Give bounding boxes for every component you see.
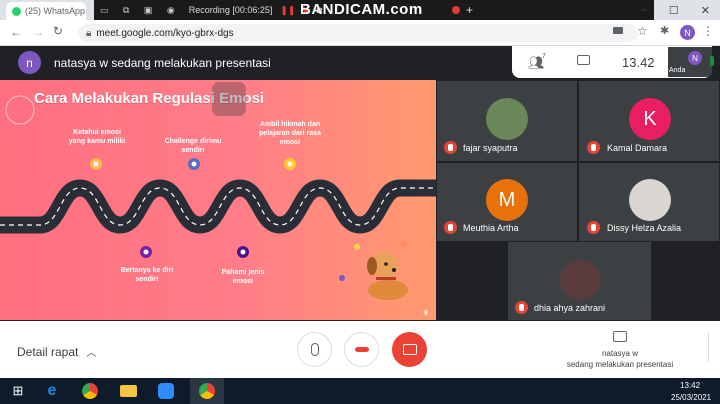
- mic-off-icon: [515, 301, 528, 314]
- internet-explorer-icon[interactable]: e: [42, 381, 62, 401]
- slide-page-number: 9: [424, 310, 428, 317]
- participant-photo: [629, 179, 671, 221]
- presenting-banner-text: natasya w sedang melakukan presentasi: [54, 56, 271, 70]
- chrome-active-icon[interactable]: [197, 381, 217, 401]
- taskbar-date[interactable]: 25/03/2021: [671, 393, 711, 402]
- presenter-avatar: n: [18, 51, 41, 74]
- presentation-slide: Cara Melakukan Regulasi Emosi Ketahui em…: [0, 80, 436, 320]
- participant-avatar: K: [629, 98, 671, 140]
- mic-off-icon: [587, 221, 600, 234]
- pin-icon-5: [237, 246, 249, 258]
- participant-tile[interactable]: K Kamal Damara: [579, 81, 719, 161]
- pointer-overlay: [212, 82, 246, 116]
- participant-tile[interactable]: dhia ahya zahrani: [508, 242, 651, 320]
- mic-off-icon: [444, 221, 457, 234]
- zoom-icon[interactable]: [156, 381, 176, 401]
- tab-title: (25) WhatsApp: [25, 6, 86, 16]
- participant-photo: [486, 98, 528, 140]
- camera-in-use-icon[interactable]: [613, 27, 623, 34]
- participant-tile[interactable]: fajar syaputra: [437, 81, 577, 161]
- meeting-details-button[interactable]: Detail rapat ︿: [17, 344, 97, 360]
- new-tab-button[interactable]: +: [466, 3, 473, 17]
- participants-count: 7: [542, 53, 546, 60]
- pin-icon-2: [188, 158, 200, 170]
- mic-off-icon: [444, 141, 457, 154]
- step-label-4: Bertanya ke diri sendiri: [120, 267, 174, 283]
- hang-up-icon: [354, 347, 369, 352]
- windows-taskbar: [0, 378, 720, 404]
- extensions-icon[interactable]: ✱: [660, 24, 669, 37]
- profile-avatar[interactable]: N: [680, 25, 695, 40]
- participant-tile[interactable]: Dissy Helza Azalia: [579, 163, 719, 241]
- star-icon[interactable]: ☆: [637, 24, 648, 38]
- pin-icon-1: [90, 158, 102, 170]
- recorder-mode-icons[interactable]: ▭ ⧉ ▣ ◉: [100, 5, 181, 16]
- record-dot-icon[interactable]: [452, 6, 460, 14]
- bandicam-watermark: BANDICAM.com: [300, 1, 423, 18]
- participant-avatar: M: [486, 179, 528, 221]
- pin-icon-4: [140, 246, 152, 258]
- step-label-3: Ambil hikmah dan pelajaran dari rasa emo…: [259, 121, 321, 146]
- maximize-icon[interactable]: ☐: [669, 4, 679, 17]
- participant-name: dhia ahya zahrani: [534, 303, 606, 313]
- step-label-2: Challenge dirimu sendiri: [164, 138, 222, 154]
- lock-icon: 🔒︎: [86, 27, 92, 39]
- window-controls: – ☐ ✕: [641, 0, 720, 20]
- self-avatar: N: [688, 51, 702, 65]
- file-explorer-icon[interactable]: [118, 381, 138, 401]
- whatsapp-icon: [12, 6, 21, 16]
- taskbar-clock[interactable]: 13:42: [680, 381, 700, 390]
- camera-toggle-button[interactable]: [392, 332, 427, 367]
- dog-illustration: [367, 252, 408, 300]
- menu-icon[interactable]: ⋮: [702, 24, 714, 38]
- browser-tab[interactable]: (25) WhatsApp: [6, 2, 86, 20]
- recording-status: Recording [00:06:25]: [188, 5, 273, 15]
- pause-icon[interactable]: ❚❚: [280, 5, 295, 16]
- url-text: meet.google.com/kyo-gbrx-dgs: [96, 27, 234, 39]
- chat-icon[interactable]: [577, 55, 590, 65]
- mic-off-icon: [587, 141, 600, 154]
- step-label-5: Pahami jenis emosi: [221, 269, 265, 285]
- participant-name: Meuthia Artha: [463, 223, 519, 233]
- camera-off-icon: [402, 344, 417, 355]
- windows-start-icon[interactable]: ⊞: [8, 381, 28, 401]
- microphone-button[interactable]: [297, 332, 332, 367]
- url-input[interactable]: 🔒︎ meet.google.com/kyo-gbrx-dgs: [78, 24, 638, 42]
- close-icon[interactable]: ✕: [701, 4, 710, 17]
- presentation-icon[interactable]: [613, 331, 627, 342]
- participant-name: Kamal Damara: [607, 143, 668, 153]
- chrome-icon[interactable]: [80, 381, 100, 401]
- reload-icon[interactable]: ↻: [53, 24, 63, 38]
- back-icon[interactable]: ←: [10, 25, 22, 39]
- self-mic-level: [710, 56, 714, 66]
- meeting-details-label: Detail rapat: [17, 344, 79, 359]
- pin-icon-3: [284, 158, 296, 170]
- divider: [708, 332, 709, 362]
- presenting-status-line2: sedang melakukan presentasi: [566, 360, 674, 369]
- participant-name: fajar syaputra: [463, 143, 518, 153]
- participant-photo: [560, 260, 600, 300]
- leave-call-button[interactable]: [344, 332, 379, 367]
- self-label: Anda: [669, 67, 686, 74]
- minimize-icon[interactable]: –: [641, 4, 647, 16]
- step-label-1: Ketahui emosi yang kamu miliki: [68, 129, 126, 145]
- participant-name: Dissy Helza Azalia: [607, 223, 682, 233]
- chevron-up-icon: ︿: [86, 348, 97, 359]
- meeting-clock: 13.42: [622, 55, 655, 70]
- microphone-icon: [310, 343, 319, 356]
- forward-icon[interactable]: →: [32, 25, 44, 39]
- participant-tile[interactable]: M Meuthia Artha: [437, 163, 577, 241]
- presenting-status-line1: natasya w: [601, 349, 639, 358]
